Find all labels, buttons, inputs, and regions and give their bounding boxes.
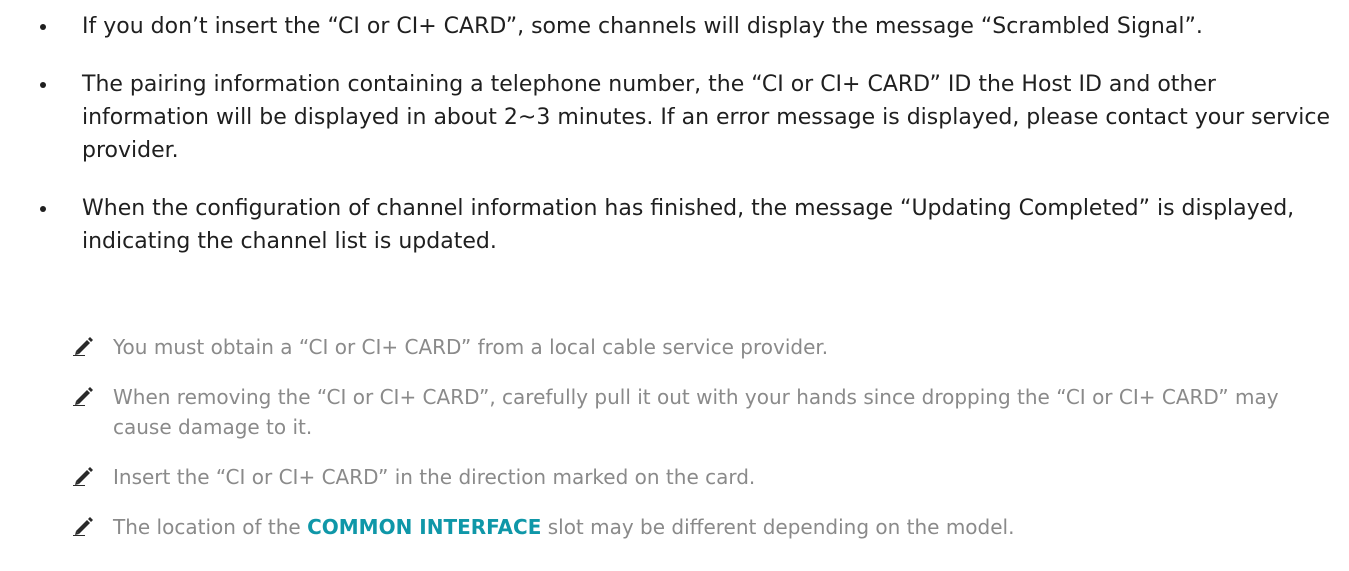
pencil-note-icon: [73, 517, 93, 536]
pencil-note-icon: [73, 467, 93, 486]
note-list: You must obtain a “CI or CI+ CARD” from …: [72, 332, 1342, 562]
pencil-note-icon: [73, 337, 93, 356]
note-item: You must obtain a “CI or CI+ CARD” from …: [72, 332, 1342, 362]
bullet-item: If you don’t insert the “CI or CI+ CARD”…: [40, 10, 1340, 43]
note-item: Insert the “CI or CI+ CARD” in the direc…: [72, 462, 1342, 492]
note-item: The location of the COMMON INTERFACE slo…: [72, 512, 1342, 542]
bullet-text: When the configuration of channel inform…: [82, 196, 1295, 254]
note-text-before: The location of the: [113, 515, 308, 539]
common-interface-term: COMMON INTERFACE: [307, 515, 542, 539]
manual-page: If you don’t insert the “CI or CI+ CARD”…: [0, 0, 1349, 571]
note-text: Insert the “CI or CI+ CARD” in the direc…: [113, 465, 756, 489]
bullet-list: If you don’t insert the “CI or CI+ CARD”…: [40, 10, 1340, 283]
bullet-dot-icon: [40, 82, 46, 88]
pencil-note-icon: [73, 387, 93, 406]
note-text: You must obtain a “CI or CI+ CARD” from …: [113, 335, 829, 359]
note-text-after: slot may be different depending on the m…: [541, 515, 1015, 539]
note-text: The location of the COMMON INTERFACE slo…: [113, 515, 1014, 539]
bullet-dot-icon: [40, 24, 46, 30]
bullet-item: When the configuration of channel inform…: [40, 192, 1340, 258]
bullet-dot-icon: [40, 206, 46, 212]
bullet-text: The pairing information containing a tel…: [82, 72, 1330, 163]
note-text: When removing the “CI or CI+ CARD”, care…: [113, 385, 1279, 439]
note-item: When removing the “CI or CI+ CARD”, care…: [72, 382, 1342, 442]
bullet-text: If you don’t insert the “CI or CI+ CARD”…: [82, 14, 1203, 39]
bullet-item: The pairing information containing a tel…: [40, 68, 1340, 167]
